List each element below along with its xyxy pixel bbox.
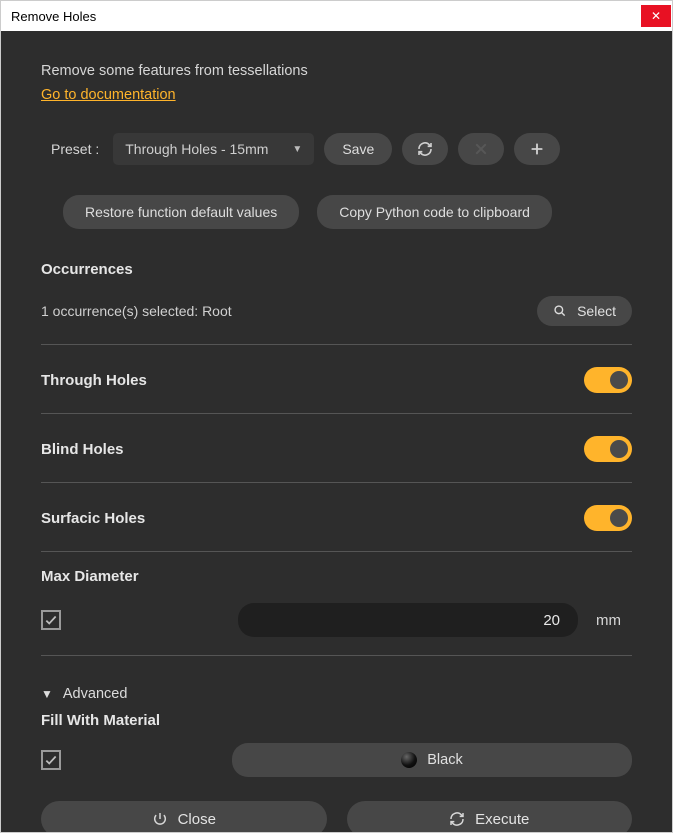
chevron-down-icon: ▼ — [292, 144, 302, 155]
copy-python-button[interactable]: Copy Python code to clipboard — [317, 195, 552, 229]
preset-row: Preset : Through Holes - 15mm ▼ Save — [41, 133, 632, 165]
window-close-button[interactable]: ✕ — [641, 5, 671, 27]
close-button-label: Close — [178, 811, 216, 828]
documentation-link[interactable]: Go to documentation — [41, 87, 632, 103]
select-button-label: Select — [577, 303, 616, 319]
occurrences-row: 1 occurrence(s) selected: Root Select — [41, 296, 632, 326]
fill-material-checkbox[interactable] — [41, 750, 61, 770]
occurrences-heading: Occurrences — [41, 261, 632, 278]
divider — [41, 551, 632, 552]
blind-holes-row: Blind Holes — [41, 430, 632, 474]
window-title: Remove Holes — [11, 9, 96, 24]
close-icon: ✕ — [651, 9, 661, 23]
close-button[interactable]: Close — [41, 801, 327, 832]
check-icon — [44, 753, 58, 767]
divider — [41, 413, 632, 414]
preset-dropdown[interactable]: Through Holes - 15mm ▼ — [113, 133, 314, 165]
max-diameter-label: Max Diameter — [41, 568, 632, 585]
fill-material-label: Fill With Material — [41, 712, 632, 729]
refresh-icon — [417, 141, 433, 157]
preset-add-button[interactable] — [514, 133, 560, 165]
material-dropdown[interactable]: Black — [232, 743, 632, 777]
through-holes-label: Through Holes — [41, 372, 147, 389]
max-diameter-input[interactable] — [238, 603, 578, 637]
max-diameter-checkbox[interactable] — [41, 610, 61, 630]
material-swatch-icon — [401, 752, 417, 768]
execute-button[interactable]: Execute — [347, 801, 633, 832]
toggle-knob — [610, 371, 628, 389]
check-icon — [44, 613, 58, 627]
dialog-window: Remove Holes ✕ Remove some features from… — [0, 0, 673, 833]
blind-holes-toggle[interactable] — [584, 436, 632, 462]
dialog-footer: Close Execute — [41, 777, 632, 832]
divider — [41, 482, 632, 483]
surfacic-holes-toggle[interactable] — [584, 505, 632, 531]
preset-selected: Through Holes - 15mm — [125, 141, 268, 157]
divider — [41, 344, 632, 345]
preset-save-button[interactable]: Save — [324, 133, 392, 165]
divider — [41, 655, 632, 656]
dialog-subtitle: Remove some features from tessellations — [41, 63, 632, 79]
advanced-toggle[interactable]: ▼ Advanced — [41, 686, 632, 702]
through-holes-row: Through Holes — [41, 361, 632, 405]
advanced-label: Advanced — [63, 686, 128, 702]
refresh-icon — [449, 811, 465, 827]
titlebar: Remove Holes ✕ — [1, 1, 672, 31]
preset-refresh-button[interactable] — [402, 133, 448, 165]
restore-defaults-button[interactable]: Restore function default values — [63, 195, 299, 229]
toggle-knob — [610, 440, 628, 458]
execute-button-label: Execute — [475, 811, 529, 828]
power-icon — [152, 811, 168, 827]
toggle-knob — [610, 509, 628, 527]
chevron-down-icon: ▼ — [41, 687, 53, 701]
select-occurrences-button[interactable]: Select — [537, 296, 632, 326]
search-icon — [553, 304, 567, 318]
material-selected: Black — [427, 752, 462, 768]
action-row: Restore function default values Copy Pyt… — [41, 195, 632, 229]
delete-icon — [474, 142, 488, 156]
max-diameter-row: mm — [41, 603, 632, 637]
dialog-body: Remove some features from tessellations … — [1, 31, 672, 832]
through-holes-toggle[interactable] — [584, 367, 632, 393]
plus-icon — [530, 142, 544, 156]
preset-delete-button[interactable] — [458, 133, 504, 165]
blind-holes-label: Blind Holes — [41, 441, 124, 458]
fill-material-row: Black — [41, 743, 632, 777]
surfacic-holes-label: Surfacic Holes — [41, 510, 145, 527]
max-diameter-unit: mm — [596, 612, 632, 629]
occurrences-status: 1 occurrence(s) selected: Root — [41, 303, 232, 319]
surfacic-holes-row: Surfacic Holes — [41, 499, 632, 543]
preset-label: Preset : — [51, 141, 99, 157]
